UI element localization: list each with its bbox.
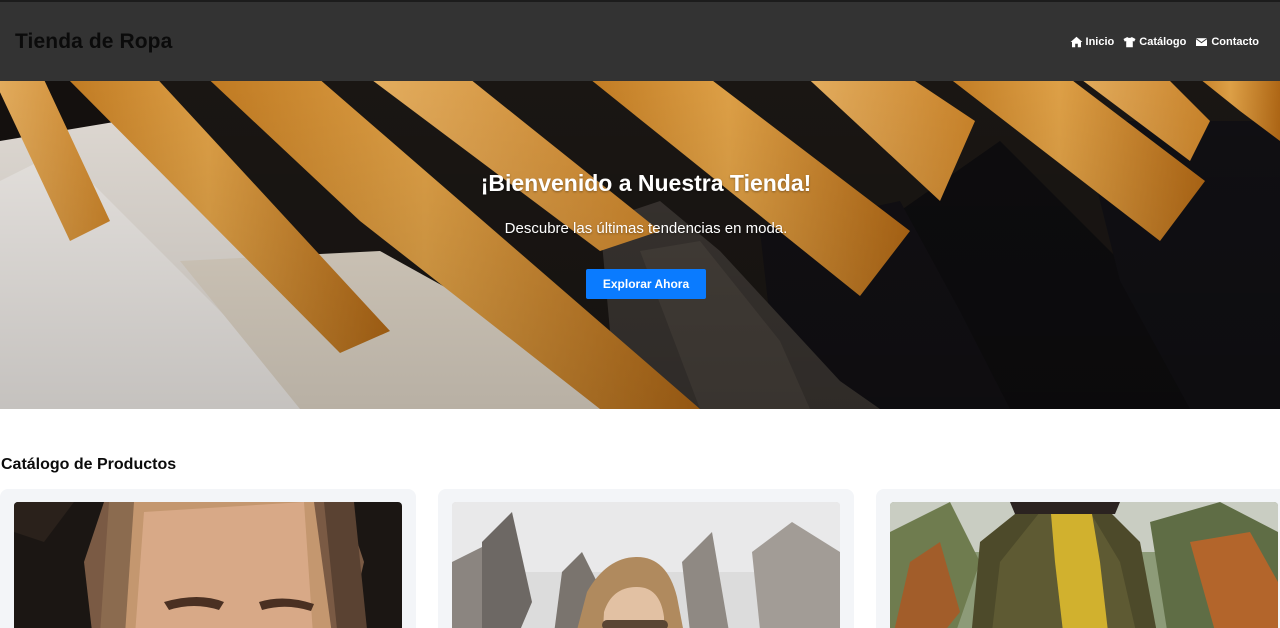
nav-link-label: Catálogo xyxy=(1139,35,1187,48)
product-image[interactable] xyxy=(452,502,840,628)
product-image[interactable] xyxy=(890,502,1278,628)
explore-now-button[interactable]: Explorar Ahora xyxy=(586,269,706,299)
tshirt-icon xyxy=(1123,36,1136,48)
hero-banner: ¡Bienvenido a Nuestra Tienda! Descubre l… xyxy=(0,81,1280,409)
hero-content: ¡Bienvenido a Nuestra Tienda! Descubre l… xyxy=(0,81,1280,409)
product-card[interactable] xyxy=(438,489,854,628)
main-nav: Inicio Catálogo Contacto xyxy=(1070,36,1259,48)
product-image[interactable] xyxy=(14,502,402,628)
hero-subtitle: Descubre las últimas tendencias en moda. xyxy=(504,220,788,237)
nav-link-inicio[interactable]: Inicio xyxy=(1070,35,1115,48)
nav-link-label: Contacto xyxy=(1211,35,1259,48)
hero-title: ¡Bienvenido a Nuestra Tienda! xyxy=(480,170,812,196)
envelope-icon xyxy=(1195,36,1208,48)
site-header: Tienda de Ropa Inicio Catálogo Contacto xyxy=(0,0,1280,81)
brand-title: Tienda de Ropa xyxy=(15,29,173,53)
nav-link-catalogo[interactable]: Catálogo xyxy=(1123,36,1186,48)
nav-link-label: Inicio xyxy=(1085,35,1115,48)
nav-link-contacto[interactable]: Contacto xyxy=(1195,36,1259,48)
catalog-title: Catálogo de Productos xyxy=(1,456,177,473)
product-card[interactable] xyxy=(876,489,1280,628)
home-icon xyxy=(1070,36,1083,48)
product-card[interactable] xyxy=(0,489,416,628)
